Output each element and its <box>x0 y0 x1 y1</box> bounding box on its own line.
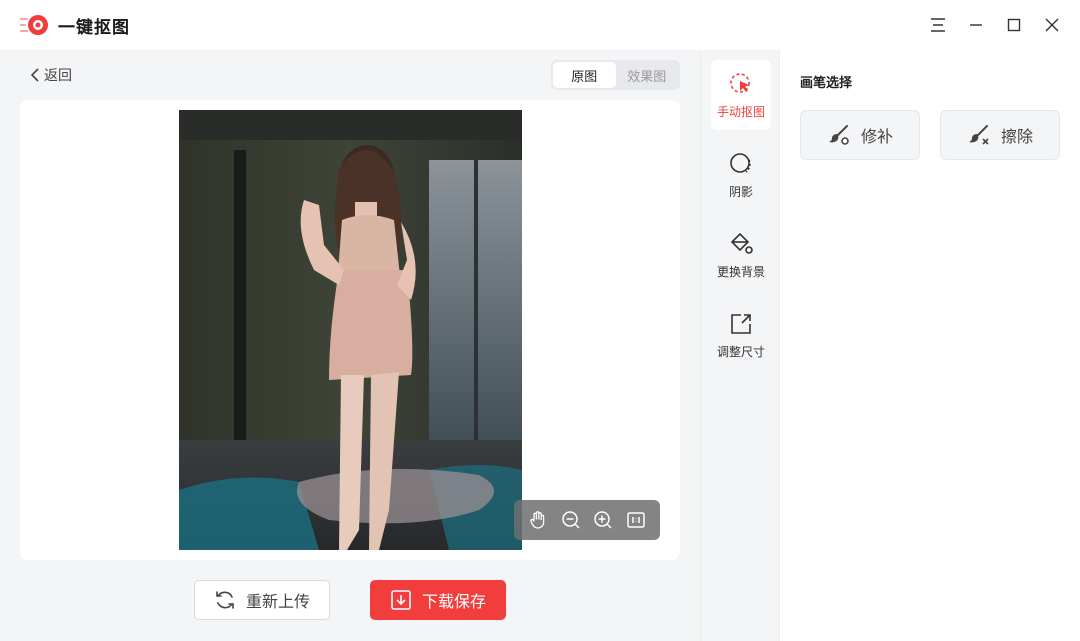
reupload-label: 重新上传 <box>245 594 310 611</box>
tab-original[interactable]: 原图 <box>553 62 616 88</box>
brush-panel: 画笔选择 修补 擦除 <box>781 50 1080 641</box>
app-title: 一键抠图 <box>58 18 130 37</box>
maximize-icon[interactable] <box>1002 13 1026 37</box>
repair-brush-icon <box>828 125 849 145</box>
image-canvas[interactable] <box>20 100 680 560</box>
zoom-in-icon[interactable] <box>592 509 614 531</box>
erase-button[interactable]: 擦除 <box>940 110 1060 160</box>
tool-label: 更换背景 <box>716 264 765 279</box>
brush-label: 修补 <box>860 129 893 146</box>
tool-shadow[interactable]: 阴影 <box>711 140 771 210</box>
close-icon[interactable] <box>1040 13 1064 37</box>
logo-icon <box>20 13 50 37</box>
erase-brush-icon <box>968 125 989 145</box>
tool-manual-cutout[interactable]: 手动抠图 <box>711 60 771 130</box>
manual-cutout-icon <box>730 72 750 93</box>
back-label: 返回 <box>44 67 72 83</box>
tool-sidebar: 手动抠图 阴影 更换背景 调整尺寸 <box>700 50 780 641</box>
refresh-icon <box>216 591 234 609</box>
tool-resize[interactable]: 调整尺寸 <box>711 300 771 370</box>
download-icon <box>391 590 411 610</box>
zoom-out-icon[interactable] <box>560 509 582 531</box>
preview-image <box>179 110 522 550</box>
paint-bucket-icon <box>730 232 753 254</box>
shadow-icon <box>730 152 751 173</box>
view-toggle: 原图 效果图 <box>551 60 680 90</box>
back-button[interactable]: 返回 <box>30 66 72 84</box>
brush-label: 擦除 <box>1000 129 1033 146</box>
tool-label: 阴影 <box>728 184 753 199</box>
tool-change-background[interactable]: 更换背景 <box>711 220 771 290</box>
tool-label: 手动抠图 <box>716 104 765 119</box>
menu-icon[interactable] <box>926 13 950 37</box>
hand-icon[interactable] <box>527 509 549 531</box>
reupload-button[interactable]: 重新上传 <box>194 580 330 620</box>
repair-button[interactable]: 修补 <box>800 110 920 160</box>
zoom-toolbar <box>514 500 660 540</box>
minimize-icon[interactable] <box>964 13 988 37</box>
title-bar: 一键抠图 <box>0 0 1080 50</box>
resize-icon <box>731 313 751 334</box>
chevron-left-icon <box>30 68 39 82</box>
tab-result[interactable]: 效果图 <box>616 62 679 88</box>
work-area: 返回 原图 效果图 重新上传 下载保存 <box>0 50 700 641</box>
panel-title: 画笔选择 <box>800 75 853 90</box>
download-button[interactable]: 下载保存 <box>370 580 506 620</box>
download-label: 下载保存 <box>421 594 486 611</box>
fit-screen-icon[interactable] <box>625 509 647 531</box>
tool-label: 调整尺寸 <box>716 344 765 359</box>
